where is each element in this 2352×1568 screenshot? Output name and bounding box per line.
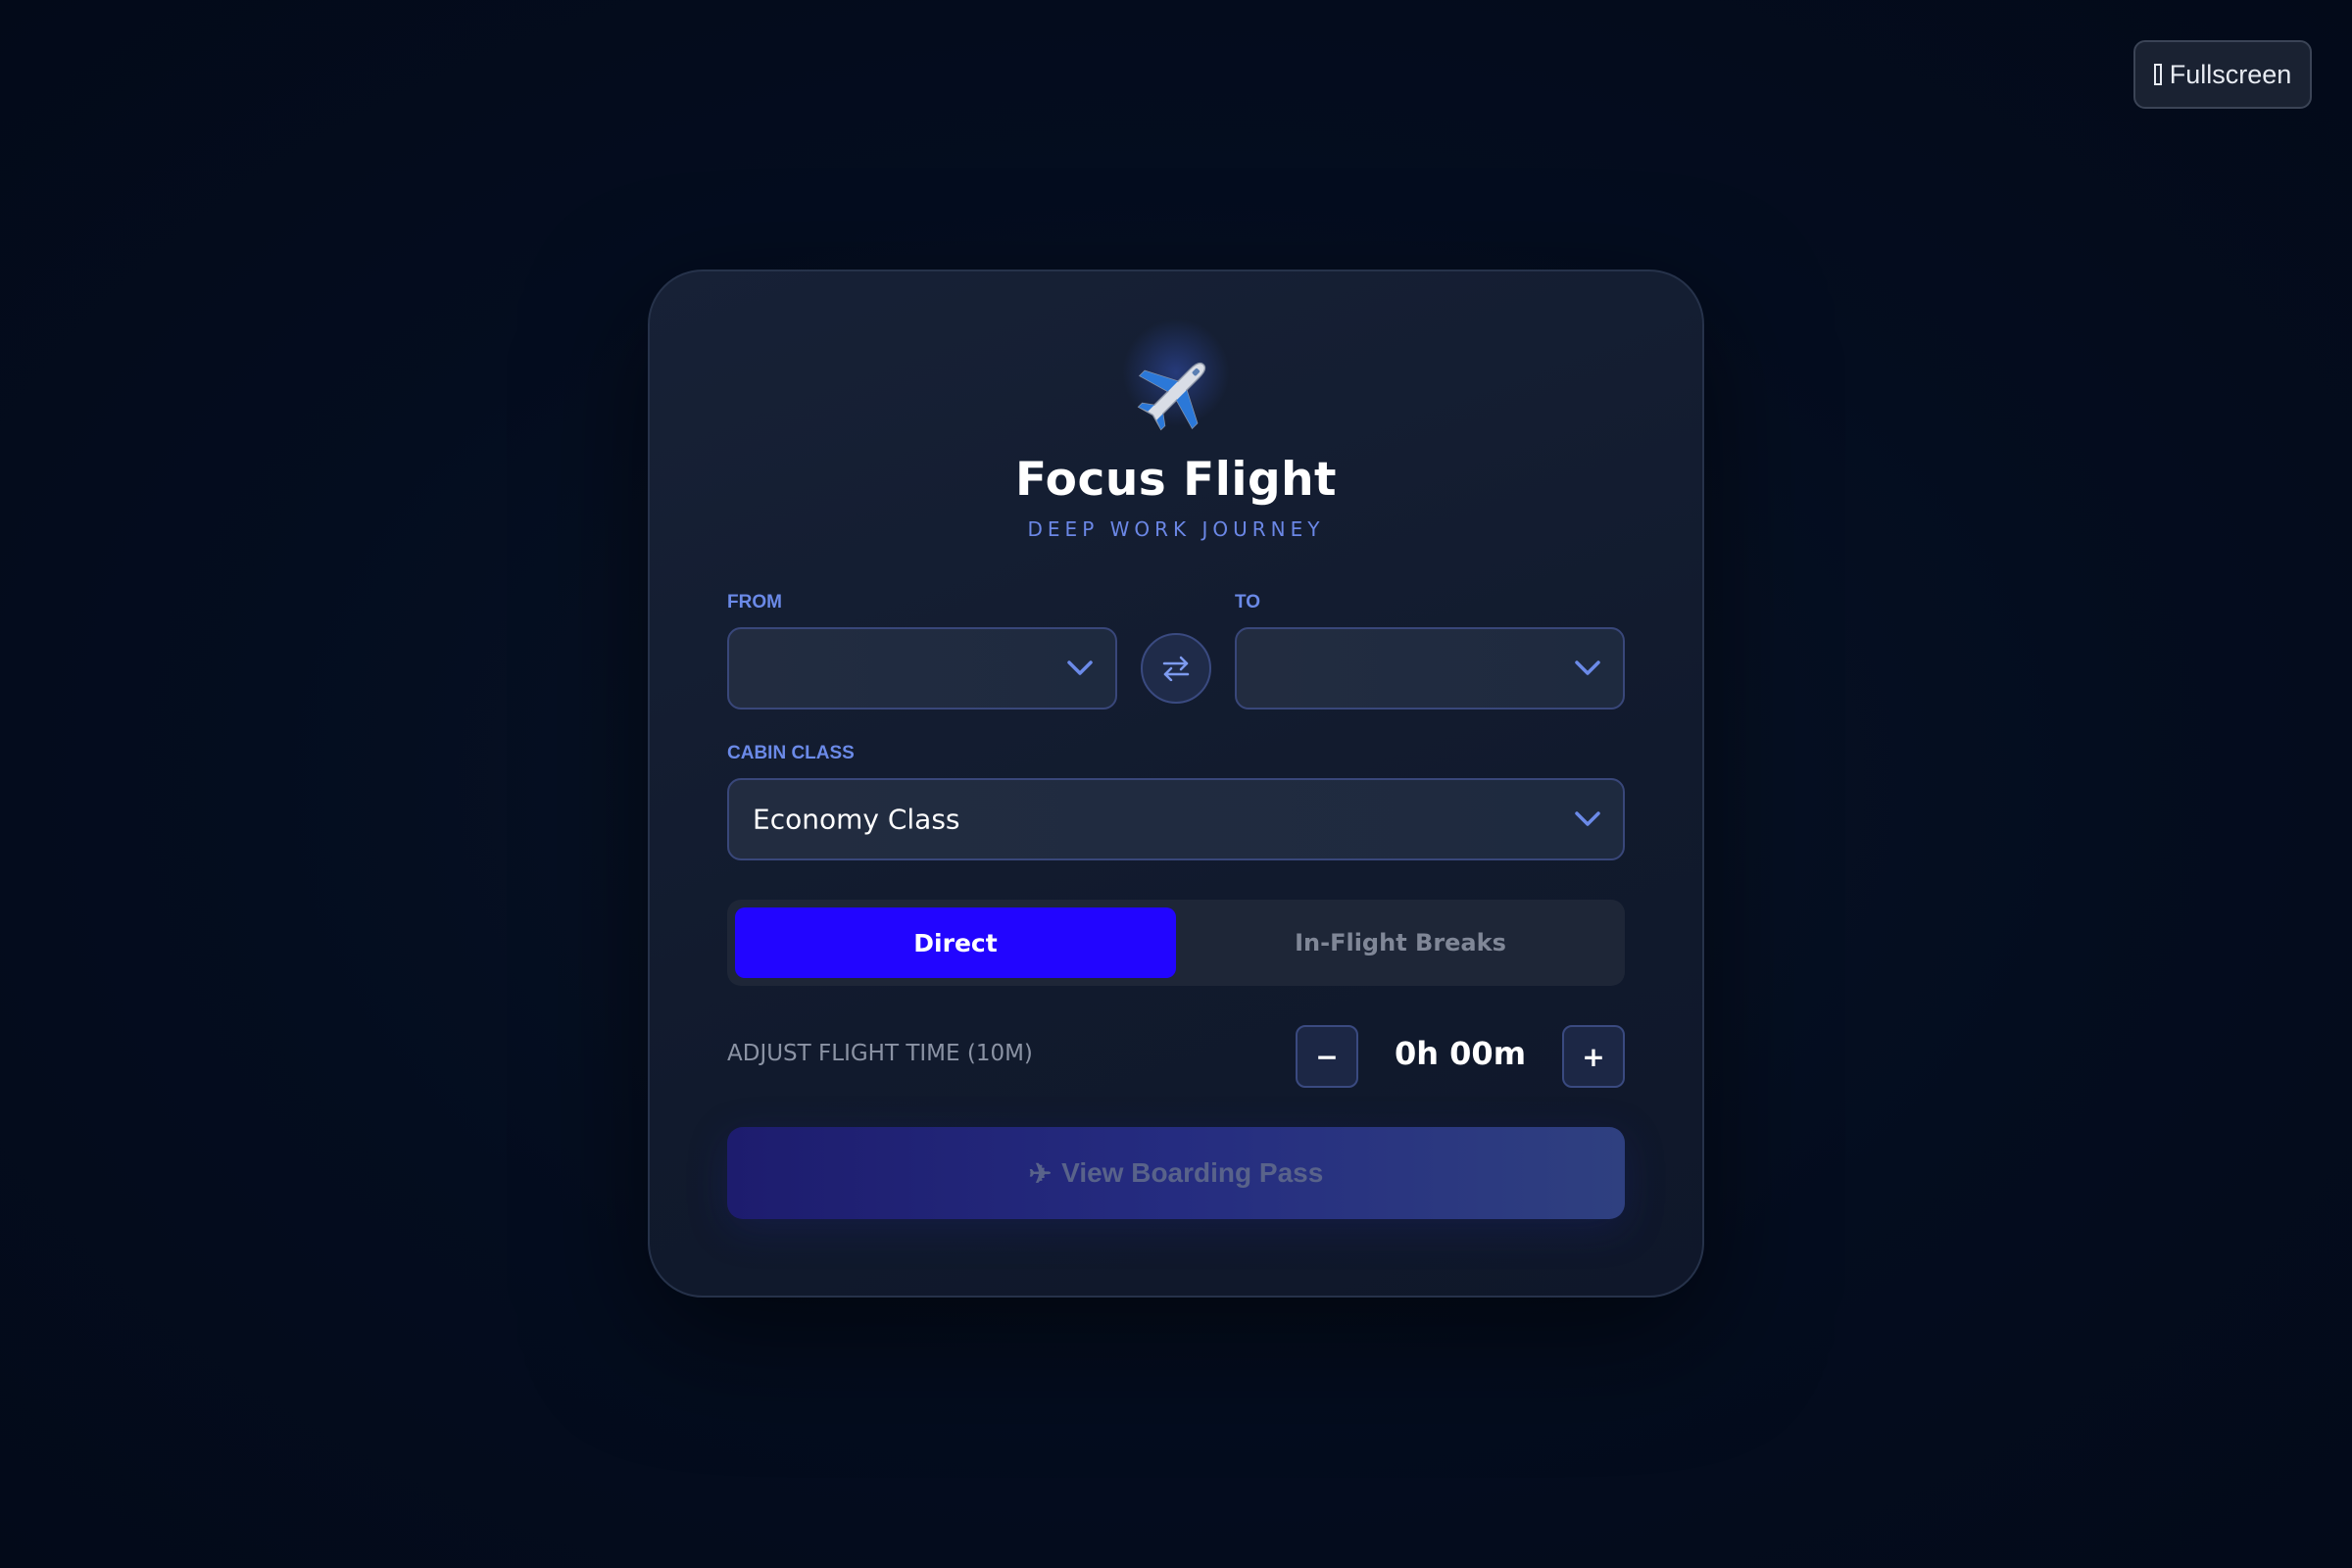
from-select[interactable] — [727, 627, 1117, 710]
toggle-option-direct[interactable]: Direct — [735, 907, 1176, 978]
page-subtitle: DEEP WORK JOURNEY — [1027, 517, 1325, 541]
cabin-class-label: CABIN CLASS — [727, 743, 855, 763]
flight-time-value: 0h 00m — [1394, 1035, 1527, 1072]
to-select[interactable] — [1235, 627, 1625, 710]
flight-mode-toggle: Direct In-Flight Breaks — [727, 900, 1625, 986]
cabin-class-select[interactable]: Economy Class — [727, 778, 1625, 860]
to-label: TO — [1235, 592, 1261, 612]
fullscreen-icon — [2153, 64, 2162, 85]
airplane-small-icon: ✈ — [1028, 1157, 1053, 1189]
increase-time-button[interactable]: + — [1562, 1025, 1625, 1088]
chevron-down-icon — [1575, 811, 1600, 826]
airplane-icon — [1137, 362, 1206, 431]
swap-route-button[interactable] — [1141, 633, 1211, 704]
adjust-flight-time-label: ADJUST FLIGHT TIME (10M) — [727, 1041, 1033, 1066]
fullscreen-label: Fullscreen — [2169, 59, 2292, 89]
view-boarding-pass-button[interactable]: ✈ View Boarding Pass — [727, 1127, 1625, 1219]
page-title: Focus Flight — [1014, 453, 1338, 507]
from-label: FROM — [727, 592, 782, 612]
cabin-class-value: Economy Class — [753, 803, 960, 836]
chevron-down-icon — [1575, 661, 1600, 675]
view-boarding-pass-label: View Boarding Pass — [1061, 1157, 1324, 1188]
swap-arrows-icon — [1162, 656, 1190, 681]
decrease-time-button[interactable]: − — [1296, 1025, 1358, 1088]
fullscreen-button[interactable]: Fullscreen — [2133, 40, 2312, 109]
chevron-down-icon — [1067, 661, 1093, 675]
toggle-option-in-flight-breaks[interactable]: In-Flight Breaks — [1184, 907, 1617, 978]
